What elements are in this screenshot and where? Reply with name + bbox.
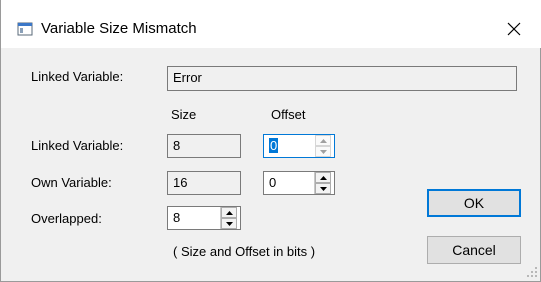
own-variable-row-label: Own Variable: (31, 175, 112, 190)
overlapped-size-spin-down[interactable] (221, 218, 237, 229)
own-offset-spin-down[interactable] (315, 183, 331, 194)
overlapped-size-spinner[interactable] (220, 207, 237, 229)
spin-down-icon (319, 149, 327, 154)
ok-button[interactable]: OK (427, 189, 521, 217)
linked-size-field: 8 (167, 134, 241, 158)
linked-offset-spin-down[interactable] (315, 146, 331, 157)
overlapped-row-label: Overlapped: (31, 211, 102, 226)
linked-offset-spin-up[interactable] (315, 135, 331, 146)
spin-down-icon (225, 221, 233, 226)
resize-grip-icon[interactable] (526, 266, 538, 278)
overlapped-size-spin-up[interactable] (221, 207, 237, 218)
linked-offset-value: 0 (269, 138, 279, 153)
own-offset-spin-up[interactable] (315, 172, 331, 183)
units-note: ( Size and Offset in bits ) (173, 244, 316, 259)
spin-down-icon (319, 186, 327, 191)
own-size-field: 16 (167, 171, 241, 195)
title-bar[interactable]: Variable Size Mismatch (1, 0, 541, 48)
spin-up-icon (319, 175, 327, 180)
window-title: Variable Size Mismatch (41, 20, 197, 37)
app-window-icon (17, 22, 33, 36)
own-offset-spinner[interactable] (314, 172, 331, 194)
linked-variable-name-field: Error (167, 66, 517, 91)
linked-variable-row-label: Linked Variable: (31, 138, 124, 153)
offset-column-header: Offset (271, 107, 306, 122)
close-button[interactable] (497, 15, 531, 43)
close-icon (507, 22, 521, 36)
linked-offset-spinner[interactable] (314, 135, 331, 157)
spin-up-icon (319, 138, 327, 143)
cancel-button[interactable]: Cancel (427, 236, 521, 264)
size-column-header: Size (171, 107, 197, 122)
linked-variable-label: Linked Variable: (31, 69, 124, 84)
spin-up-icon (225, 210, 233, 215)
dialog-window: Variable Size Mismatch Linked Variable: … (0, 0, 541, 282)
